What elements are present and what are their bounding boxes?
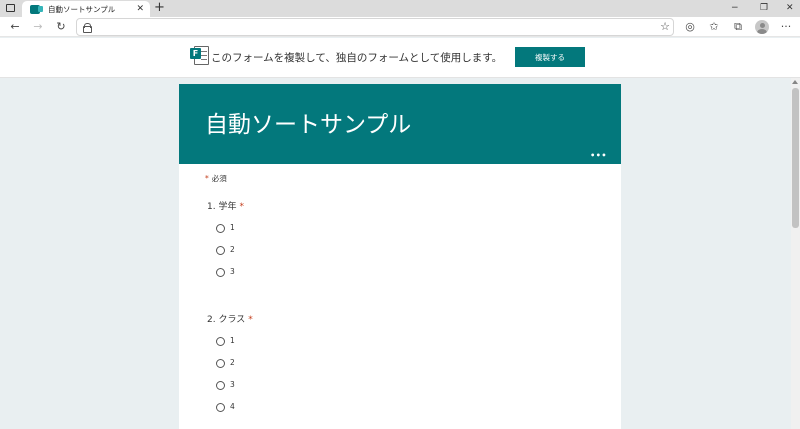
page-scrollbar[interactable]	[791, 78, 800, 429]
radio-button[interactable]	[216, 245, 225, 255]
forms-badge-letter: F	[190, 48, 201, 59]
forms-favicon-icon	[30, 4, 43, 14]
option-label: 1	[230, 223, 235, 232]
scroll-up-arrow-icon[interactable]	[792, 80, 798, 84]
option-label: 3	[230, 380, 235, 389]
q2-option-3[interactable]: 3	[216, 380, 235, 390]
back-arrow-icon[interactable]: ←	[8, 20, 22, 34]
address-bar[interactable]	[76, 18, 674, 36]
more-options-icon[interactable]: •••	[590, 152, 607, 160]
question-1-label: 1. 学年	[207, 202, 237, 212]
form-card: 自動ソートサンプル ••• * 必須 1. 学年 * 1 2 3 2. クラス * 1…	[179, 84, 621, 429]
option-label: 3	[230, 267, 235, 276]
browser-toolbar: ← → ↻ ☆ ◎ ✩ ⧉ ···	[0, 17, 800, 37]
q2-option-2[interactable]: 2	[216, 358, 235, 368]
tab-strip: 自動ソートサンプル ✕ + − ❐ ✕	[0, 0, 800, 17]
q1-option-3[interactable]: 3	[216, 267, 235, 277]
new-tab-button[interactable]: +	[154, 1, 165, 15]
option-label: 4	[230, 402, 235, 411]
tab-form[interactable]: 自動ソートサンプル ✕	[22, 1, 150, 17]
scroll-thumb[interactable]	[792, 88, 799, 228]
q1-option-1[interactable]: 1	[216, 223, 235, 233]
forms-document-icon: F	[190, 44, 210, 68]
tab-title: 自動ソートサンプル	[48, 4, 116, 14]
favorites-add-icon[interactable]: ☆	[658, 20, 672, 34]
question-1: 1. 学年 *	[207, 201, 244, 213]
forward-arrow-icon[interactable]: →	[31, 20, 45, 34]
banner-message: このフォームを複製して、独自のフォームとして使用します。	[211, 52, 503, 64]
radio-button[interactable]	[216, 402, 225, 412]
form-header: 自動ソートサンプル •••	[179, 84, 621, 164]
more-icon[interactable]: ···	[779, 20, 793, 34]
option-label: 2	[230, 358, 235, 367]
tab-close-icon[interactable]: ✕	[136, 4, 144, 14]
lock-icon[interactable]	[83, 23, 92, 33]
collections-icon[interactable]: ⧉	[731, 20, 745, 34]
required-star: *	[205, 174, 209, 183]
radio-button[interactable]	[216, 267, 225, 277]
question-2-required: *	[248, 315, 253, 325]
question-2-label: 2. クラス	[207, 315, 246, 325]
radio-button[interactable]	[216, 336, 225, 346]
duplicate-button[interactable]: 複製する	[515, 47, 585, 67]
question-2: 2. クラス *	[207, 314, 253, 326]
tab-actions-icon[interactable]	[3, 2, 17, 14]
refresh-icon[interactable]: ↻	[54, 20, 68, 34]
option-label: 2	[230, 245, 235, 254]
radio-button[interactable]	[216, 223, 225, 233]
radio-button[interactable]	[216, 380, 225, 390]
radio-button[interactable]	[216, 358, 225, 368]
close-window-button[interactable]: ✕	[786, 2, 794, 14]
option-label: 1	[230, 336, 235, 345]
form-title: 自動ソートサンプル	[205, 112, 412, 138]
question-1-required: *	[239, 202, 244, 212]
edge-icon[interactable]: ◎	[683, 20, 697, 34]
duplicate-banner: F このフォームを複製して、独自のフォームとして使用します。 複製する	[0, 38, 800, 78]
minimize-button[interactable]: −	[731, 2, 739, 14]
profile-icon[interactable]	[755, 20, 769, 34]
q2-option-4[interactable]: 4	[216, 402, 235, 412]
favorites-icon[interactable]: ✩	[707, 20, 721, 34]
restore-button[interactable]: ❐	[760, 2, 768, 14]
required-note-label: 必須	[211, 174, 227, 183]
q1-option-2[interactable]: 2	[216, 245, 235, 255]
q2-option-1[interactable]: 1	[216, 336, 235, 346]
required-note: * 必須	[205, 174, 227, 184]
